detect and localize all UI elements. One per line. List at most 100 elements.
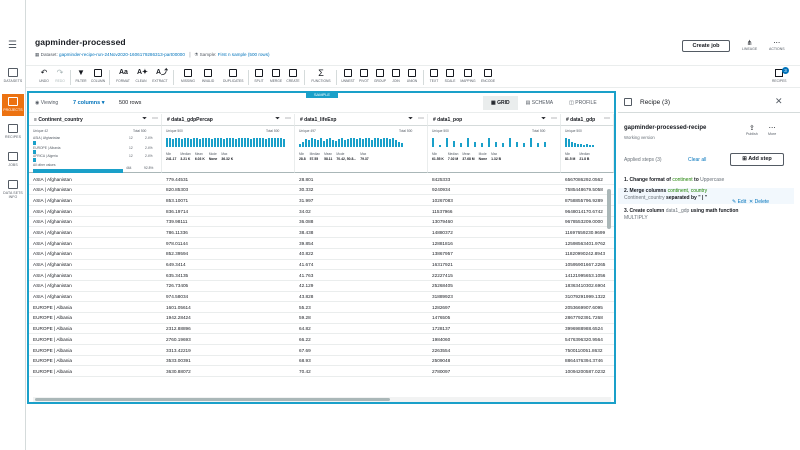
horizontal-scrollbar[interactable] <box>33 397 611 402</box>
table-cell[interactable]: ASIA | Afghanistan <box>33 273 72 278</box>
table-cell[interactable]: 36.088 <box>299 219 313 224</box>
table-cell[interactable]: 1476505 <box>432 315 450 320</box>
table-cell[interactable]: EUROPE | Albania <box>33 315 72 320</box>
table-cell[interactable]: 22227415 <box>432 273 453 278</box>
group-button[interactable]: GROUP <box>372 69 388 83</box>
column-button[interactable]: COLUMN <box>90 69 106 83</box>
table-row[interactable]: EUROPE | Albania 2312.88896 64.82 1728137 39… <box>29 324 614 335</box>
recipe-step-selected[interactable]: 2. Merge columns continent, country Cont… <box>618 188 794 205</box>
create-job-button[interactable]: Create job <box>682 40 730 52</box>
table-cell[interactable]: 5476396320.9564 <box>565 337 603 342</box>
table-row[interactable]: ASIA | Afghanistan 820.85303 30.332 9240934… <box>29 185 614 196</box>
join-button[interactable]: JOIN <box>388 69 404 83</box>
actions-button[interactable]: ⋯ ACTIONS <box>769 39 785 51</box>
table-cell[interactable]: 31.997 <box>299 198 313 203</box>
filter-icon[interactable]: ⏷ <box>408 116 413 123</box>
table-cell[interactable]: 836.19714 <box>166 209 188 214</box>
column-header-continent-country[interactable]: ≡ Continent_country ⏷ ⋯ <box>29 114 162 126</box>
invalid-button[interactable]: INVALID <box>200 69 216 83</box>
nav-datasets-info[interactable]: DATA SETS INFO <box>2 180 24 199</box>
table-cell[interactable]: 11697659230.9699 <box>565 230 605 235</box>
table-row[interactable]: ASIA | Afghanistan 786.11336 38.438 1488037… <box>29 227 614 239</box>
table-cell[interactable]: EUROPE | Albania <box>33 348 72 353</box>
clean-button[interactable]: A✦ CLEAN <box>133 69 149 83</box>
table-cell[interactable]: 14880372 <box>432 230 453 235</box>
table-cell[interactable]: 1942.28424 <box>166 315 191 320</box>
table-cell[interactable]: EUROPE | Albania <box>33 369 72 374</box>
column-header-pop[interactable]: # data1_pop ⏷ ⋯ <box>428 114 561 126</box>
scrollbar-thumb[interactable] <box>35 398 390 401</box>
split-button[interactable]: SPLIT <box>251 69 267 83</box>
filter-icon[interactable]: ⏷ <box>142 116 147 123</box>
table-cell[interactable]: 31079291999.1322 <box>565 294 605 299</box>
table-cell[interactable]: 10094200587.0232 <box>565 369 605 374</box>
column-header-gdp[interactable]: # data1_gdp ⋯ <box>561 114 614 126</box>
table-cell[interactable]: 1282697 <box>432 305 450 310</box>
table-cell[interactable]: ASIA | Afghanistan <box>33 251 72 256</box>
table-cell[interactable]: 43.828 <box>299 294 313 299</box>
nav-recipes[interactable]: RECIPES <box>2 124 24 139</box>
table-cell[interactable]: ASIA | Afghanistan <box>33 198 72 203</box>
more-icon[interactable]: ⋯ <box>285 115 291 122</box>
more-icon[interactable]: ⋯ <box>551 115 557 122</box>
table-cell[interactable]: 739.98111 <box>166 219 187 224</box>
table-cell[interactable]: 9240934 <box>432 187 450 192</box>
extract-button[interactable]: A⤴ EXTRACT <box>152 69 168 83</box>
mapping-button[interactable]: MAPPING <box>458 69 478 83</box>
table-cell[interactable]: 3630.88072 <box>166 369 191 374</box>
tab-grid[interactable]: ▦ GRID <box>483 96 518 110</box>
table-cell[interactable]: 67.69 <box>299 348 311 353</box>
table-cell[interactable]: 1601.05614 <box>166 305 191 310</box>
redo-button[interactable]: ↷ REDO <box>52 69 68 84</box>
table-cell[interactable]: 41.674 <box>299 262 313 267</box>
table-cell[interactable]: 2760.19693 <box>166 337 191 342</box>
table-cell[interactable]: 34.02 <box>299 209 311 214</box>
table-cell[interactable]: 10595901667.2265 <box>565 262 605 267</box>
table-cell[interactable]: 635.34135 <box>166 273 188 278</box>
table-cell[interactable]: 31889923 <box>432 294 453 299</box>
hamburger-menu-icon[interactable]: ☰ <box>8 40 17 51</box>
more-icon[interactable]: ⋯ <box>604 115 610 122</box>
nav-datasets[interactable]: DATASETS <box>2 68 24 83</box>
table-cell[interactable]: 11537966 <box>432 209 453 214</box>
table-cell[interactable]: 2312.88896 <box>166 326 191 331</box>
table-cell[interactable]: 41.763 <box>299 273 313 278</box>
merge-button[interactable]: MERGE <box>268 69 284 83</box>
table-cell[interactable]: 978.01144 <box>166 241 188 246</box>
publish-button[interactable]: ⇪ Publish <box>746 124 758 136</box>
edit-step-button[interactable]: ✎ Edit <box>732 199 746 205</box>
create-button[interactable]: CREATE <box>285 69 301 83</box>
table-cell[interactable]: 852.39594 <box>166 251 188 256</box>
filter-icon[interactable]: ⏷ <box>541 116 546 123</box>
table-cell[interactable]: ASIA | Afghanistan <box>33 219 72 224</box>
table-cell[interactable]: 2509048 <box>432 358 450 363</box>
column-header-gdppercap[interactable]: # data1_gdpPercap ⏷ ⋯ <box>162 114 295 126</box>
filter-button[interactable]: ▼ FILTER <box>73 69 89 84</box>
table-row[interactable]: ASIA | Afghanistan 836.19714 34.02 11537966… <box>29 206 614 217</box>
table-cell[interactable]: 18363410302.6904 <box>565 283 605 288</box>
table-cell[interactable]: 10267083 <box>432 198 453 203</box>
text-button[interactable]: TEXT <box>426 69 442 83</box>
dataset-link[interactable]: gapminder-recipe-run-24Nov2020-160617928… <box>59 52 185 57</box>
table-row[interactable]: ASIA | Afghanistan 726.73405 42.129 2526840… <box>29 281 614 292</box>
table-cell[interactable]: ASIA | Afghanistan <box>33 209 72 214</box>
table-cell[interactable]: 28.801 <box>299 177 313 182</box>
table-cell[interactable]: 2780097 <box>432 369 450 374</box>
unnest-button[interactable]: UNNEST <box>340 69 356 83</box>
table-cell[interactable]: EUROPE | Albania <box>33 337 72 342</box>
more-icon[interactable]: ⋯ <box>152 115 158 122</box>
table-cell[interactable]: 3533.00391 <box>166 358 191 363</box>
table-cell[interactable]: 820.85303 <box>166 187 188 192</box>
table-cell[interactable]: ASIA | Afghanistan <box>33 283 72 288</box>
table-cell[interactable]: 38.438 <box>299 230 313 235</box>
table-cell[interactable]: 59.28 <box>299 315 311 320</box>
table-cell[interactable]: ASIA | Afghanistan <box>33 241 72 246</box>
table-cell[interactable]: 55.23 <box>299 305 311 310</box>
table-cell[interactable]: 974.58034 <box>166 294 188 299</box>
table-row[interactable]: EUROPE | Albania 3630.88072 70.42 2780097 10… <box>29 366 614 378</box>
table-row[interactable]: ASIA | Afghanistan 635.34135 41.763 2222741… <box>29 270 614 281</box>
table-cell[interactable]: EUROPE | Albania <box>33 305 72 310</box>
delete-step-button[interactable]: ✕ Delete <box>749 199 769 205</box>
recipes-button[interactable]: 3 RECIPES <box>772 67 789 83</box>
table-cell[interactable]: 70.42 <box>299 369 311 374</box>
